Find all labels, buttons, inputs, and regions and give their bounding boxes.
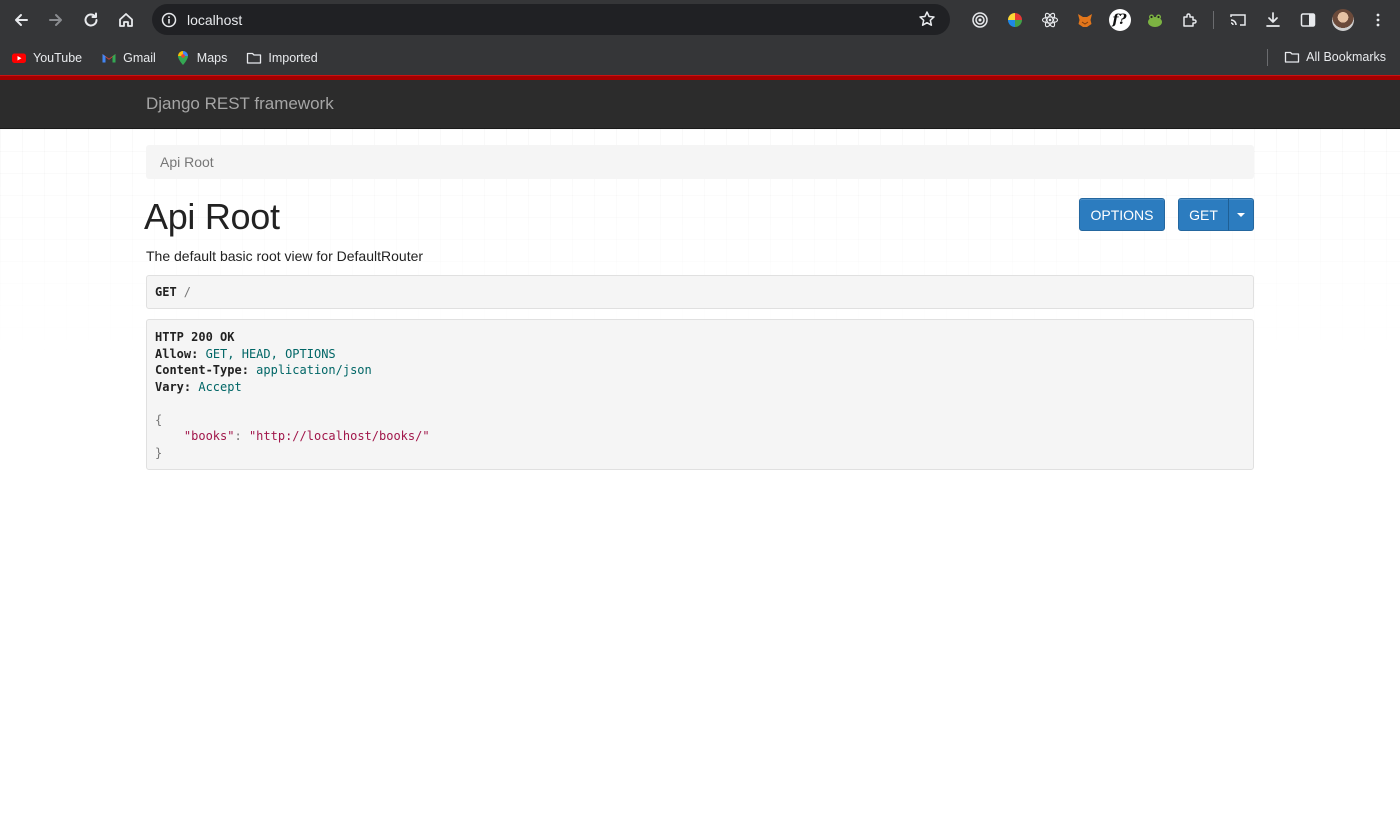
address-bar[interactable]: localhost xyxy=(152,4,950,35)
json-colon: : xyxy=(234,429,242,444)
react-icon xyxy=(1041,12,1058,28)
request-info: GET / xyxy=(146,275,1254,309)
back-button[interactable] xyxy=(4,3,38,37)
reload-button[interactable] xyxy=(74,3,108,37)
response-header-content-type: Content-Type: application/json xyxy=(155,362,1245,379)
bookmark-maps[interactable]: Maps xyxy=(164,45,236,71)
brand-link[interactable]: Django REST framework xyxy=(146,94,334,114)
bookmark-label: Maps xyxy=(196,50,228,65)
home-icon xyxy=(119,13,133,27)
avatar xyxy=(1331,9,1354,31)
all-bookmarks-folder[interactable]: All Bookmarks xyxy=(1273,44,1394,70)
json-link-books[interactable]: "http://localhost/books/" xyxy=(249,429,430,443)
fox-icon xyxy=(1077,14,1092,27)
extension-frog[interactable] xyxy=(1137,4,1172,36)
kebab-menu-icon xyxy=(1376,13,1379,27)
puzzle-icon xyxy=(1182,13,1197,27)
profile-button[interactable] xyxy=(1325,4,1360,36)
response-header-allow: Allow: GET, HEAD, OPTIONS xyxy=(155,346,1245,363)
view-description: The default basic root view for DefaultR… xyxy=(146,248,424,264)
side-panel-button[interactable] xyxy=(1290,4,1325,36)
extension-fox[interactable] xyxy=(1067,4,1102,36)
json-key: "books" xyxy=(183,429,235,444)
back-arrow-icon xyxy=(15,14,28,26)
bookmark-label: Gmail xyxy=(123,50,156,65)
all-bookmarks-label: All Bookmarks xyxy=(1306,50,1386,64)
navbar: Django REST framework xyxy=(0,80,1400,129)
header-name: Allow: xyxy=(155,346,199,361)
header-value: application/json xyxy=(256,363,372,378)
request-method: GET xyxy=(155,285,177,299)
page-title: Api Root xyxy=(144,196,280,237)
forward-arrow-icon xyxy=(49,14,62,26)
fx-icon: f? xyxy=(1108,9,1131,31)
forward-button[interactable] xyxy=(39,3,73,37)
home-button[interactable] xyxy=(109,3,143,37)
extensions-area: f? xyxy=(962,4,1395,36)
extension-colorwheel[interactable] xyxy=(997,4,1032,36)
bookmark-star-icon[interactable] xyxy=(918,10,936,28)
menu-button[interactable] xyxy=(1360,4,1395,36)
header-value: GET, HEAD, OPTIONS xyxy=(205,346,336,361)
bookmark-youtube[interactable]: YouTube xyxy=(0,45,90,71)
bookmark-imported-folder[interactable]: Imported xyxy=(235,45,325,71)
colorwheel-icon xyxy=(1007,13,1022,27)
extension-fx[interactable]: f? xyxy=(1102,4,1137,36)
target-icon xyxy=(971,12,988,28)
options-button[interactable]: OPTIONS xyxy=(1079,198,1165,231)
frog-icon xyxy=(1147,14,1162,27)
header-name: Vary: xyxy=(155,380,192,395)
side-panel-icon xyxy=(1300,13,1315,27)
maps-icon xyxy=(177,50,188,65)
extension-target[interactable] xyxy=(962,4,997,36)
bookmark-label: Imported xyxy=(268,50,318,65)
download-icon xyxy=(1265,12,1280,27)
youtube-icon xyxy=(12,53,26,63)
browser-toolbar: localhost f? xyxy=(0,0,1400,40)
get-format-dropdown-button[interactable] xyxy=(1228,198,1254,231)
bookmark-gmail[interactable]: Gmail xyxy=(90,45,164,71)
response-status-line: HTTP 200 OK xyxy=(155,330,235,344)
json-open-brace: { xyxy=(155,412,163,427)
bookmarks-divider xyxy=(1267,49,1268,66)
breadcrumb-item-api-root[interactable]: Api Root xyxy=(160,154,214,170)
extensions-menu-button[interactable] xyxy=(1172,4,1207,36)
toolbar-divider xyxy=(1213,11,1214,29)
response-info: HTTP 200 OK Allow: GET, HEAD, OPTIONS Co… xyxy=(146,319,1254,470)
bookmarks-bar: YouTube Gmail Maps Imported All Bookmark… xyxy=(0,40,1400,75)
header-name: Content-Type: xyxy=(155,363,249,378)
extension-react[interactable] xyxy=(1032,4,1067,36)
folder-icon xyxy=(1284,51,1300,63)
gmail-icon xyxy=(102,53,116,62)
response-spacer xyxy=(155,396,1245,412)
json-entry-books: "books": "http://localhost/books/" xyxy=(155,428,1245,445)
url-text[interactable]: localhost xyxy=(187,12,242,28)
json-close-brace: } xyxy=(155,446,163,461)
downloads-button[interactable] xyxy=(1255,4,1290,36)
cast-button[interactable] xyxy=(1220,4,1255,36)
folder-icon xyxy=(247,52,262,64)
caret-down-icon xyxy=(1237,212,1245,217)
breadcrumb: Api Root xyxy=(146,145,1254,179)
header-value: Accept xyxy=(198,380,242,395)
cast-icon xyxy=(1229,14,1246,26)
reload-icon xyxy=(84,12,98,27)
bookmark-label: YouTube xyxy=(33,50,83,65)
response-header-vary: Vary: Accept xyxy=(155,379,1245,396)
request-path: / xyxy=(183,285,191,299)
site-info-icon[interactable] xyxy=(161,12,177,28)
get-button[interactable]: GET xyxy=(1178,198,1229,231)
